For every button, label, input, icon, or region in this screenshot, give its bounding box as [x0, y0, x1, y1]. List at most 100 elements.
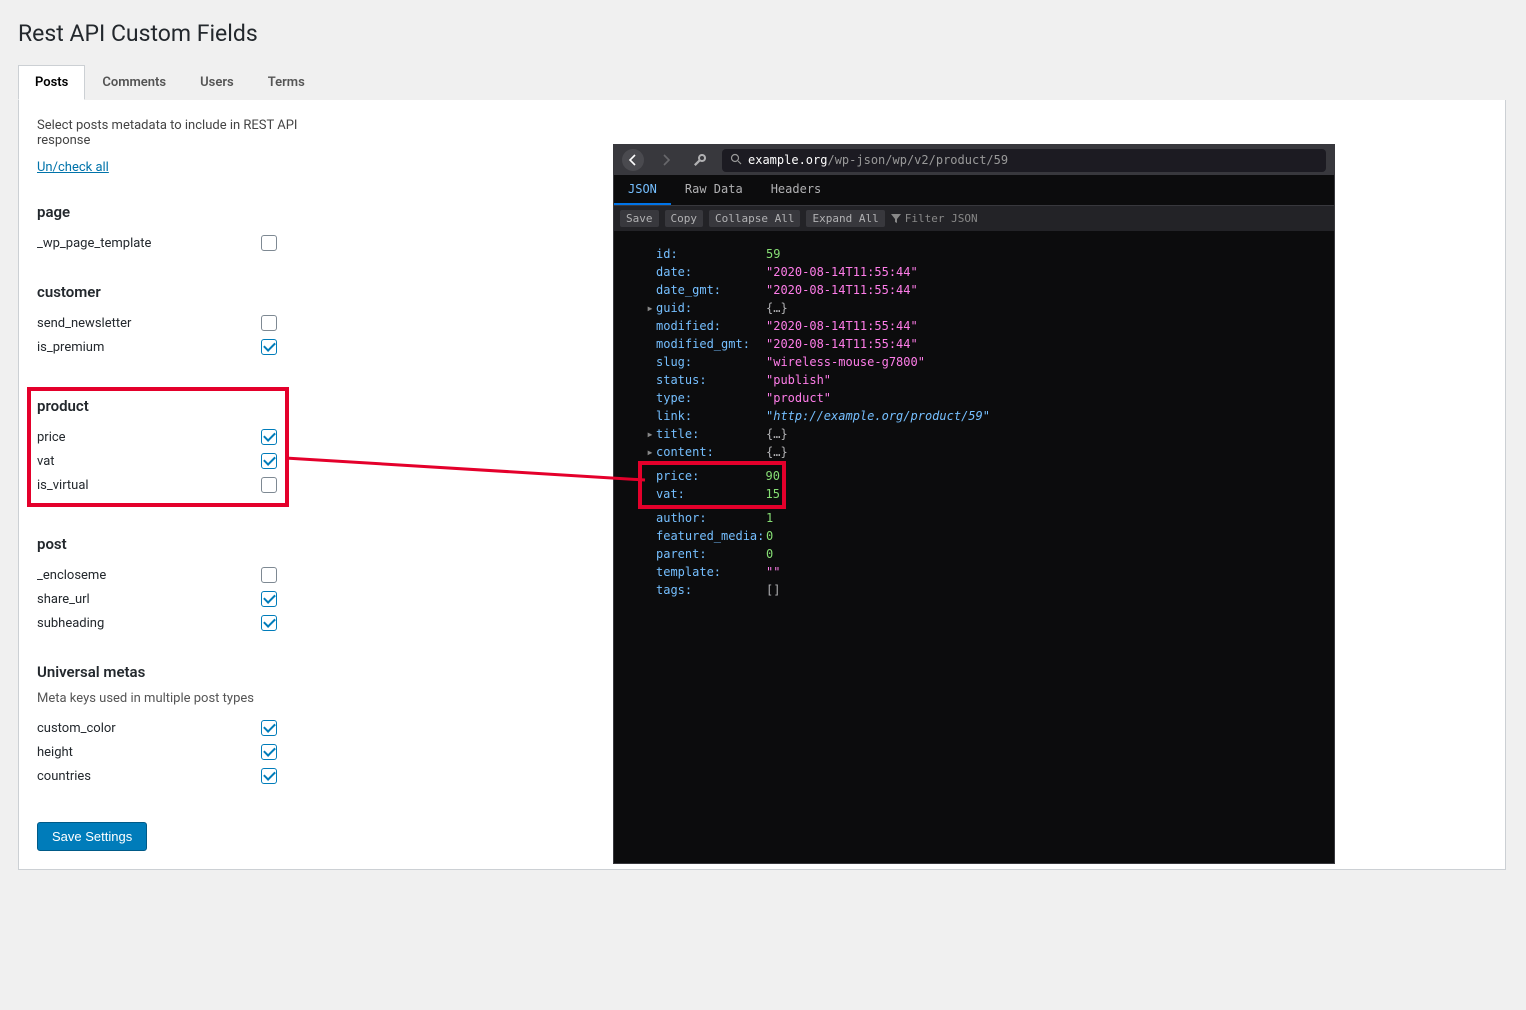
settings-panel: Select posts metadata to include in REST…	[18, 100, 1506, 870]
checkbox-countries[interactable]	[261, 768, 277, 784]
tab-users[interactable]: Users	[183, 65, 251, 100]
json-value: "wireless-mouse-g7800"	[766, 353, 925, 371]
field-row: custom_color	[37, 716, 277, 740]
json-value: 0	[766, 545, 773, 563]
json-key: type:	[656, 389, 766, 407]
expander-icon	[644, 407, 656, 425]
json-value: []	[766, 581, 780, 599]
expander-icon	[644, 563, 656, 581]
json-row: vat:15	[644, 485, 780, 503]
expander-icon	[644, 281, 656, 299]
json-key: slug:	[656, 353, 766, 371]
json-row: link:"http://example.org/product/59"	[630, 407, 1318, 425]
devtools-panel: example.org/wp-json/wp/v2/product/59 JSO…	[613, 144, 1335, 864]
devtools-tab-json[interactable]: JSON	[614, 175, 671, 205]
json-row: ▸content:{…}	[630, 443, 1318, 461]
save-button[interactable]: Save Settings	[37, 822, 147, 851]
field-row: share_url	[37, 587, 277, 611]
json-key: vat:	[656, 485, 766, 503]
expander-icon[interactable]: ▸	[644, 299, 656, 317]
json-value: 59	[766, 245, 780, 263]
json-row: tags:[]	[630, 581, 1318, 599]
json-value: "product"	[766, 389, 831, 407]
expander-icon	[644, 509, 656, 527]
json-value: {…}	[766, 443, 788, 461]
checkbox-subheading[interactable]	[261, 615, 277, 631]
expander-icon	[644, 335, 656, 353]
json-value: "2020-08-14T11:55:44"	[766, 335, 918, 353]
json-key: parent:	[656, 545, 766, 563]
json-key: date:	[656, 263, 766, 281]
devtools-subtoolbar: Save Copy Collapse All Expand All Filter JSO…	[614, 206, 1334, 231]
field-label: _encloseme	[37, 568, 106, 583]
tab-comments[interactable]: Comments	[85, 65, 183, 100]
field-row: height	[37, 740, 277, 764]
uncheck-all-link[interactable]: Un/check all	[37, 160, 109, 175]
checkbox-custom_color[interactable]	[261, 720, 277, 736]
field-row: send_newsletter	[37, 311, 277, 335]
json-key: date_gmt:	[656, 281, 766, 299]
devtools-tab-raw-data[interactable]: Raw Data	[671, 175, 757, 205]
checkbox-vat[interactable]	[261, 453, 277, 469]
json-value: 15	[766, 485, 780, 503]
json-value: "http://example.org/product/59"	[766, 407, 990, 425]
expander-icon	[644, 485, 656, 503]
json-row: modified_gmt:"2020-08-14T11:55:44"	[630, 335, 1318, 353]
json-value: "2020-08-14T11:55:44"	[766, 263, 918, 281]
checkbox-send_newsletter[interactable]	[261, 315, 277, 331]
devtools-btn-collapse-all[interactable]: Collapse All	[709, 210, 800, 227]
expander-icon	[644, 581, 656, 599]
wrench-icon[interactable]	[688, 148, 712, 172]
devtools-tab-headers[interactable]: Headers	[757, 175, 836, 205]
section-title-post: post	[37, 535, 337, 553]
json-value: 0	[766, 527, 773, 545]
section-title-customer: customer	[37, 283, 337, 301]
json-value: {…}	[766, 299, 788, 317]
json-key: content:	[656, 443, 766, 461]
json-row: id:59	[630, 245, 1318, 263]
url-bar[interactable]: example.org/wp-json/wp/v2/product/59	[722, 149, 1326, 172]
filter-json[interactable]: Filter JSON	[891, 212, 978, 225]
checkbox-is_virtual[interactable]	[261, 477, 277, 493]
json-row: template:""	[630, 563, 1318, 581]
expander-icon[interactable]: ▸	[644, 425, 656, 443]
json-row: modified:"2020-08-14T11:55:44"	[630, 317, 1318, 335]
json-key: id:	[656, 245, 766, 263]
field-row: _wp_page_template	[37, 231, 277, 255]
checkbox-_encloseme[interactable]	[261, 567, 277, 583]
json-value: 1	[766, 509, 773, 527]
json-row: status:"publish"	[630, 371, 1318, 389]
field-label: custom_color	[37, 721, 116, 736]
expander-icon	[644, 353, 656, 371]
json-key: author:	[656, 509, 766, 527]
checkbox-share_url[interactable]	[261, 591, 277, 607]
checkbox-price[interactable]	[261, 429, 277, 445]
expander-icon[interactable]: ▸	[644, 443, 656, 461]
json-value: {…}	[766, 425, 788, 443]
json-body: id:59date:"2020-08-14T11:55:44"date_gmt:…	[614, 231, 1334, 615]
section-desc-universal: Meta keys used in multiple post types	[37, 691, 337, 706]
checkbox-is_premium[interactable]	[261, 339, 277, 355]
json-key: status:	[656, 371, 766, 389]
devtools-btn-save[interactable]: Save	[620, 210, 659, 227]
json-row: date:"2020-08-14T11:55:44"	[630, 263, 1318, 281]
json-row: parent:0	[630, 545, 1318, 563]
checkbox-height[interactable]	[261, 744, 277, 760]
tab-posts[interactable]: Posts	[18, 65, 85, 100]
checkbox-_wp_page_template[interactable]	[261, 235, 277, 251]
section-title-product: product	[37, 397, 279, 415]
field-label: height	[37, 745, 73, 760]
devtools-btn-expand-all[interactable]: Expand All	[806, 210, 884, 227]
field-row: subheading	[37, 611, 277, 635]
json-value: "publish"	[766, 371, 831, 389]
json-key: featured_media:	[656, 527, 766, 545]
json-row: type:"product"	[630, 389, 1318, 407]
forward-icon[interactable]	[654, 148, 678, 172]
tab-terms[interactable]: Terms	[251, 65, 322, 100]
field-label: countries	[37, 769, 91, 784]
devtools-btn-copy[interactable]: Copy	[665, 210, 704, 227]
json-row: date_gmt:"2020-08-14T11:55:44"	[630, 281, 1318, 299]
expander-icon	[644, 545, 656, 563]
back-icon[interactable]	[622, 149, 644, 171]
expander-icon	[644, 389, 656, 407]
